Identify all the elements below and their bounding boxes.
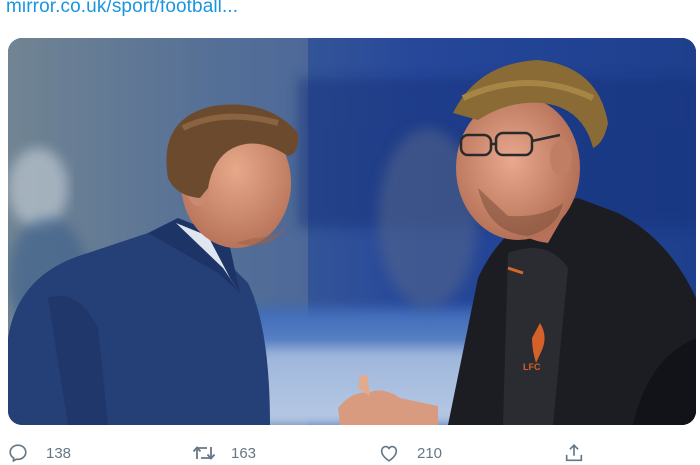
tweet-link[interactable]: mirror.co.uk/sport/football... [6,0,238,18]
tweet-actions: 138 163 210 [0,440,700,465]
reply-icon [7,442,29,464]
photo-scene: LFC [8,38,696,425]
retweet-icon [191,442,217,464]
reply-count: 138 [46,444,72,462]
heart-icon [378,442,400,464]
retweet-button[interactable]: 163 [191,442,256,464]
reply-button[interactable]: 138 [7,442,71,464]
retweet-count: 163 [231,444,257,462]
like-button[interactable]: 210 [378,442,442,464]
share-icon [563,442,585,464]
like-count: 210 [417,444,443,462]
share-button[interactable] [563,442,585,464]
tweet-photo[interactable]: LFC [8,38,696,425]
svg-text:LFC: LFC [523,362,541,372]
